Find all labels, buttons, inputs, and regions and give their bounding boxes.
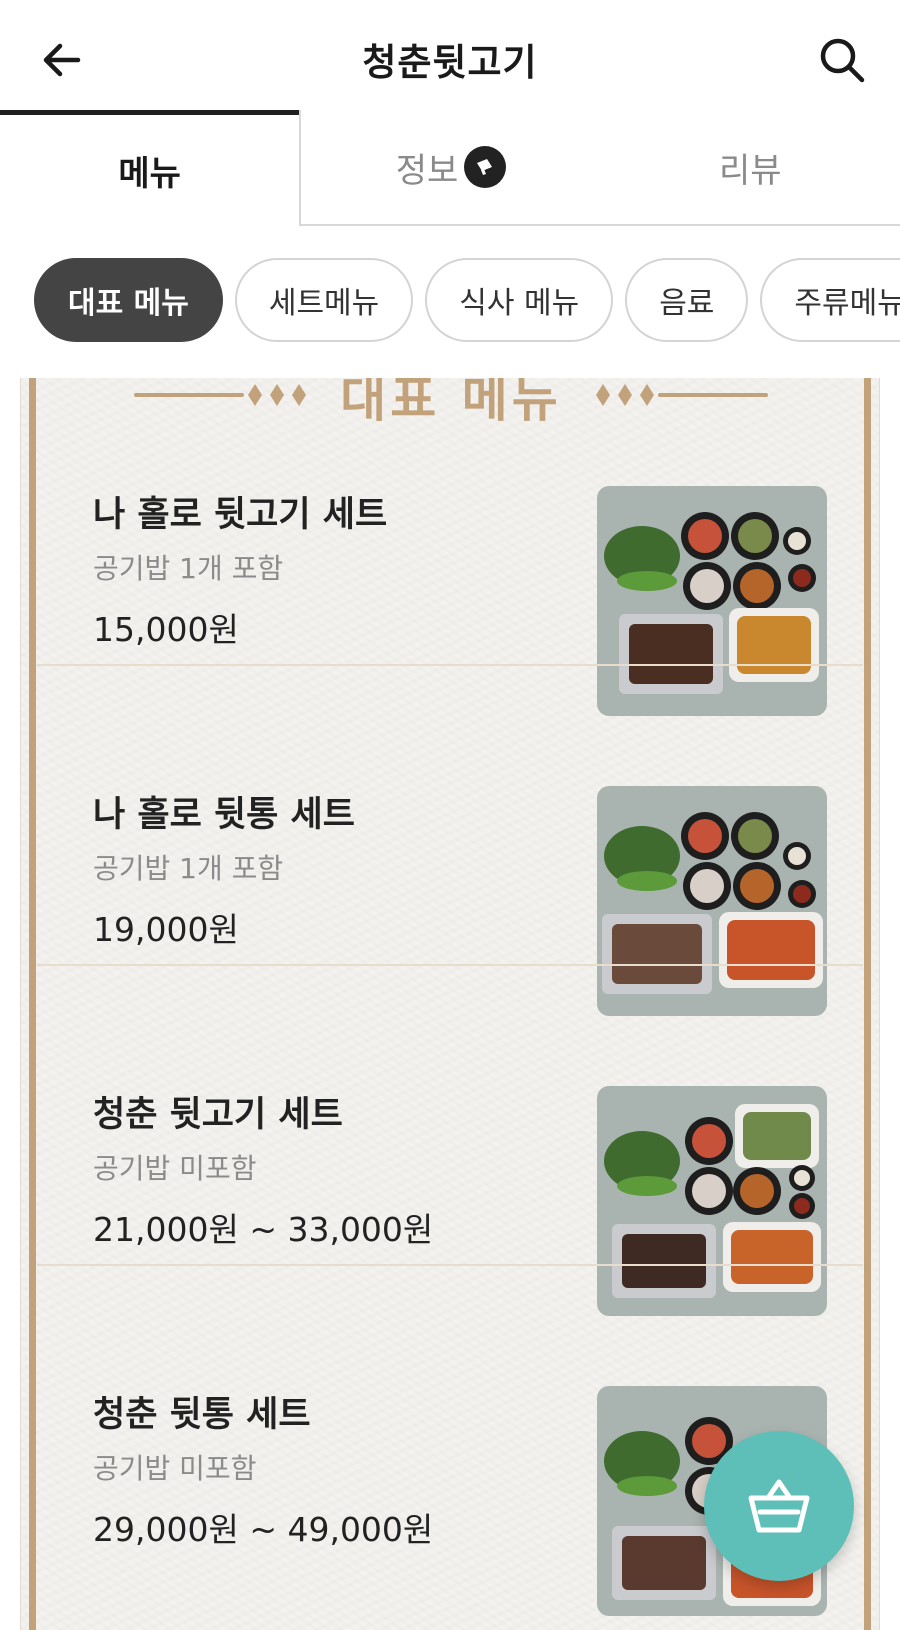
- menu-item-price: 15,000원: [93, 610, 239, 649]
- menu-item-desc: 공기밥 1개 포함: [93, 852, 284, 885]
- menu-item[interactable]: 나 홀로 뒷통 세트 공기밥 1개 포함 19,000원: [37, 666, 863, 1016]
- shopping-basket-icon: [748, 1479, 810, 1533]
- cart-button[interactable]: [704, 1431, 854, 1581]
- tab-review[interactable]: 리뷰: [600, 110, 900, 226]
- search-icon: [820, 38, 865, 83]
- menu-item[interactable]: 청춘 뒷고기 세트 공기밥 미포함 21,000원 ~ 33,000원: [37, 966, 863, 1316]
- menu-item[interactable]: 나 홀로 뒷고기 세트 공기밥 1개 포함 15,000원: [37, 378, 863, 716]
- chip-alcohol-menu[interactable]: 주류메뉴: [760, 258, 900, 342]
- chip-drinks[interactable]: 음료: [625, 258, 749, 342]
- gold-border-left: [29, 378, 36, 1630]
- tab-review-label: 리뷰: [719, 150, 782, 191]
- menu-item-name: 청춘 뒷통 세트: [93, 1395, 311, 1435]
- tab-info-label: 정보: [395, 150, 459, 191]
- menu-item-desc: 공기밥 미포함: [93, 1452, 257, 1485]
- app-header: 청춘뒷고기: [0, 0, 900, 112]
- store-tabs: 메뉴 정보 리뷰: [0, 110, 900, 226]
- tab-info[interactable]: 정보: [299, 110, 601, 226]
- gold-border-right: [864, 378, 871, 1630]
- category-chips: 대표 메뉴 세트메뉴 식사 메뉴 음료 주류메뉴: [34, 258, 900, 342]
- chip-signature-menu[interactable]: 대표 메뉴: [34, 258, 223, 342]
- menu-item-price: 21,000원 ~ 33,000원: [93, 1210, 434, 1249]
- tab-menu[interactable]: 메뉴: [0, 110, 300, 226]
- tab-menu-label: 메뉴: [118, 154, 181, 194]
- menu-item-name: 나 홀로 뒷통 세트: [93, 795, 355, 835]
- megaphone-icon: [464, 146, 507, 188]
- menu-item-desc: 공기밥 미포함: [93, 1152, 257, 1185]
- menu-item-name: 청춘 뒷고기 세트: [93, 1095, 343, 1135]
- search-button[interactable]: [810, 28, 874, 92]
- menu-item-price: 29,000원 ~ 49,000원: [93, 1510, 434, 1549]
- page-title: 청춘뒷고기: [362, 41, 538, 84]
- menu-item-name: 나 홀로 뒷고기 세트: [93, 495, 388, 535]
- chip-set-menu[interactable]: 세트메뉴: [234, 258, 414, 342]
- chip-meal-menu[interactable]: 식사 메뉴: [425, 258, 614, 342]
- menu-item-price: 19,000원: [93, 910, 239, 949]
- menu-item-desc: 공기밥 1개 포함: [93, 552, 284, 585]
